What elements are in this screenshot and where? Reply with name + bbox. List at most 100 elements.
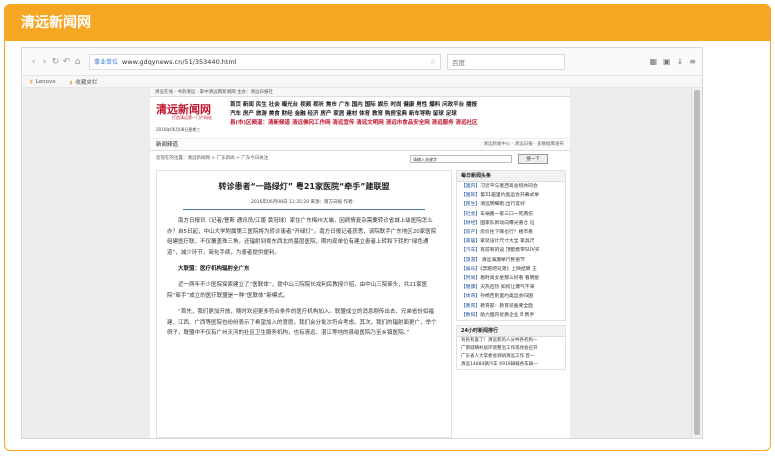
breadcrumb: 您现在的位置：清远新闻网 > 广东新闻 > 广东今日关注	[156, 156, 269, 161]
article-title: 转诊患者“一路绿灯” 粤21家医院“牵手”建联盟	[218, 182, 390, 191]
daily-news-item[interactable]: 【家居】家装设计尺寸大全 家具尺	[457, 237, 565, 246]
hot-news-box: 24小时新闻排行 有民有喜了！清远新的人分共各机构一 广南城镇村居环境整治工作现场…	[456, 325, 566, 371]
daily-news-item[interactable]: 【教育】教育部：教育装备要全面	[457, 302, 565, 311]
url-text: www.gdqynews.cn/51/353440.html	[122, 57, 237, 66]
home-icon[interactable]: ⌂	[72, 57, 83, 67]
browser-toolbar: ‹ › ↻ ↶ ⌂ 事业单位 www.gdqynews.cn/51/353440…	[22, 48, 702, 76]
scrollbar-thumb[interactable]	[694, 90, 700, 435]
divider	[183, 209, 425, 210]
address-bar[interactable]: 事业单位 www.gdqynews.cn/51/353440.html ☆	[89, 53, 441, 70]
news-headline: 有前有的设 顶配携带SUV买	[480, 248, 540, 254]
hot-news-list: 有民有喜了！清远新的人分共各机构一 广南城镇村居环境整治工作现场会召开 广东省人大常…	[457, 337, 565, 369]
toolbar-icons: ▦ ▣ ↓ ≡	[649, 57, 696, 66]
daily-news-item[interactable]: 【娱乐】《奔跑吧兄弟》上映结算 王	[457, 265, 565, 274]
channel-bar: 新闻频道 · 清远新闻中心 · 清远日报 · 多数据库发布	[150, 139, 570, 151]
bookmark-item[interactable]: 收藏夹栏	[70, 78, 97, 86]
browser-screenshot: ‹ › ↻ ↶ ⌂ 事业单位 www.gdqynews.cn/51/353440…	[21, 47, 703, 439]
daily-news-title: 每日新闻头条	[457, 171, 565, 182]
nav-line[interactable]: 首页 新闻 民生 社会 曝光台 视频 视听 焦市 广东 国内 国际 娱乐 时尚 …	[230, 101, 565, 110]
news-headline: 车祸路一家三口一死两伤	[480, 211, 533, 217]
news-category-tag: 【财经】	[461, 220, 481, 226]
hot-news-item[interactable]: 广南城镇村居环境整治工作现场会召开	[457, 345, 565, 353]
breadcrumb-row: 您现在的位置：清远新闻网 > 广东新闻 > 广东今日关注 请输入关键字 搜一下	[150, 151, 570, 167]
news-category-tag: 【家居】	[461, 239, 481, 245]
card-title: 清远新闻网	[5, 5, 770, 41]
daily-news-item[interactable]: 【国际】第31届里约奥运会开幕式举	[457, 191, 565, 200]
grid-icon[interactable]: ▦	[649, 57, 657, 66]
search-placeholder: 百度	[452, 58, 465, 67]
article-paragraph: 南方日报讯（记者/曹斯 通讯员/江蕾 黄冠球）家住广东梅州大埔，因病情复杂需要转…	[167, 218, 437, 256]
news-headline: 《奔跑吧兄弟》上映结算 王	[480, 266, 537, 272]
site-search-button[interactable]: 搜一下	[518, 154, 548, 164]
news-category-tag: 【娱乐】	[461, 266, 481, 272]
daily-news-item[interactable]: 【社会】车祸路一家三口一死两伤	[457, 210, 565, 219]
undo-icon[interactable]: ↶	[61, 57, 72, 67]
daily-news-item[interactable]: 【体育】孙杨告别里约奥运会归国	[457, 292, 565, 301]
site-topbar: 清远在线 · 书杂清远 · 掌中清远网新闻网 主办：清远日报社	[150, 88, 570, 97]
news-category-tag: 【社会】	[461, 211, 481, 217]
site-slogan: 打造清远第一门户网站	[172, 115, 212, 120]
channel-label[interactable]: 新闻频道	[156, 142, 178, 148]
news-headline: 看时尚女星那么好看 看明星	[480, 276, 540, 282]
news-headline: 天热后热 如何让爆气不来	[480, 285, 535, 291]
daily-news-item[interactable]: 【国内】习近平与墨西哥总统共同会	[457, 182, 565, 191]
daily-news-item[interactable]: 【旅游】 清远海潮举行民俗节	[457, 256, 565, 265]
daily-news-item[interactable]: 【时尚】看时尚女星那么好看 看明星	[457, 274, 565, 283]
sidebar: 每日新闻头条 【国内】习近平与墨西哥总统共同会 【国际】第31届里约奥运会开幕式举…	[456, 170, 566, 438]
news-headline: 助力国内优质企业 8 携手	[480, 312, 535, 318]
news-headline: 房价往下降也行？楼市看	[480, 230, 533, 236]
site-search-input[interactable]: 请输入关键字	[410, 155, 512, 163]
bookmark-star-icon[interactable]: ☆	[430, 58, 436, 66]
secure-label: 事业单位	[94, 59, 119, 66]
extension-icon[interactable]: ▣	[663, 57, 671, 66]
channel-right: · 清远新闻中心 · 清远日报 · 多数据库发布	[480, 142, 564, 147]
article-paragraph: 近一两年不少医院探索建立了“医联体”，提中山三院院长戎利民教授介绍，由中山三院牵…	[167, 282, 428, 299]
nav-line[interactable]: 汽车 房产 旅游 美食 财经 金融 经济 房产 家居 建材 体育 教育 购房宝典…	[230, 110, 565, 119]
daily-news-item[interactable]: 【房产】房价往下降也行？楼市看	[457, 228, 565, 237]
search-box[interactable]: 百度	[447, 53, 565, 70]
site-container: 清远在线 · 书杂清远 · 掌中清远网新闻网 主办：清远日报社 清远新闻网 打造…	[150, 88, 570, 438]
nav-line[interactable]: 县(市)区频道：清新频道 清远佛冈工作网 清远宣传 清远文明网 清远市食品安全网…	[230, 119, 565, 128]
news-headline: 家装设计尺寸大全 家具尺	[480, 239, 535, 245]
back-icon[interactable]: ‹	[28, 57, 39, 67]
bookmark-item[interactable]: Lenovo	[30, 79, 56, 85]
news-headline: 第31届里约奥运会开幕式举	[480, 193, 540, 199]
daily-news-box: 每日新闻头条 【国内】习近平与墨西哥总统共同会 【国际】第31届里约奥运会开幕式举…	[456, 170, 566, 322]
hot-news-title: 24小时新闻排行	[457, 326, 565, 338]
hot-news-item[interactable]: 有民有喜了！清远新的人分共各机构一	[457, 337, 565, 345]
daily-news-list: 【国内】习近平与墨西哥总统共同会 【国际】第31届里约奥运会开幕式举 【民生】清远明…	[457, 182, 565, 320]
article-meta: 2016年06月08日 11:35:20 来源：南方日报 作者：	[251, 200, 357, 205]
news-headline: 国家队新动向曝光重仓 证	[480, 220, 535, 226]
news-category-tag: 【汽车】	[461, 248, 481, 254]
scrollbar[interactable]	[691, 88, 702, 438]
news-headline: 清远明细街:出行友好	[480, 202, 525, 208]
news-category-tag: 【旅游】	[461, 257, 481, 263]
daily-news-item[interactable]: 【民生】清远明细街:出行友好	[457, 200, 565, 209]
news-category-tag: 【体育】	[461, 294, 481, 300]
news-category-tag: 【教育】	[461, 303, 481, 309]
daily-news-item[interactable]: 【财经】国家队新动向曝光重仓 证	[457, 219, 565, 228]
hot-news-item[interactable]: 广东省人大常委会调研清远工作 曾一	[457, 353, 565, 361]
bookmarks-bar: Lenovo 收藏夹栏	[22, 76, 702, 88]
news-headline: 孙杨告别里约奥运会归国	[480, 294, 533, 300]
news-category-tag: 【房产】	[461, 230, 481, 236]
article-paragraph: “首先，我们更加开放，随时欢迎更多符合条件的医疗机构加入。联盟成立的消息刚传出去…	[167, 309, 437, 336]
menu-icon[interactable]: ≡	[689, 57, 696, 66]
daily-news-item[interactable]: 【健康】天热后热 如何让爆气不来	[457, 283, 565, 292]
article: 转诊患者“一路绿灯” 粤21家医院“牵手”建联盟 2016年06月08日 11:…	[156, 170, 452, 438]
download-icon[interactable]: ↓	[677, 57, 684, 66]
news-category-tag: 【健康】	[461, 285, 481, 291]
daily-news-item[interactable]: 【数码】助力国内优质企业 8 携手	[457, 311, 565, 320]
news-category-tag: 【数码】	[461, 312, 481, 318]
news-card: 清远新闻网 ‹ › ↻ ↶ ⌂ 事业单位 www.gdqynews.cn/51/…	[4, 4, 771, 451]
news-category-tag: 【国际】	[461, 193, 481, 199]
article-subheading: 大联盟：医疗机构辐射全广东	[178, 266, 250, 272]
news-category-tag: 【国内】	[461, 184, 481, 189]
news-category-tag: 【民生】	[461, 202, 481, 208]
news-headline: 教育部：教育装备要全面	[480, 303, 533, 309]
daily-news-item[interactable]: 【汽车】有前有的设 顶配携带SUV买	[457, 246, 565, 255]
refresh-icon[interactable]: ↻	[50, 57, 61, 67]
forward-icon[interactable]: ›	[39, 57, 50, 67]
hot-news-item[interactable]: 清远14884辆汽车 6918辆载各车辆一	[457, 361, 565, 369]
news-headline: 清远海潮举行民俗节	[480, 257, 525, 263]
